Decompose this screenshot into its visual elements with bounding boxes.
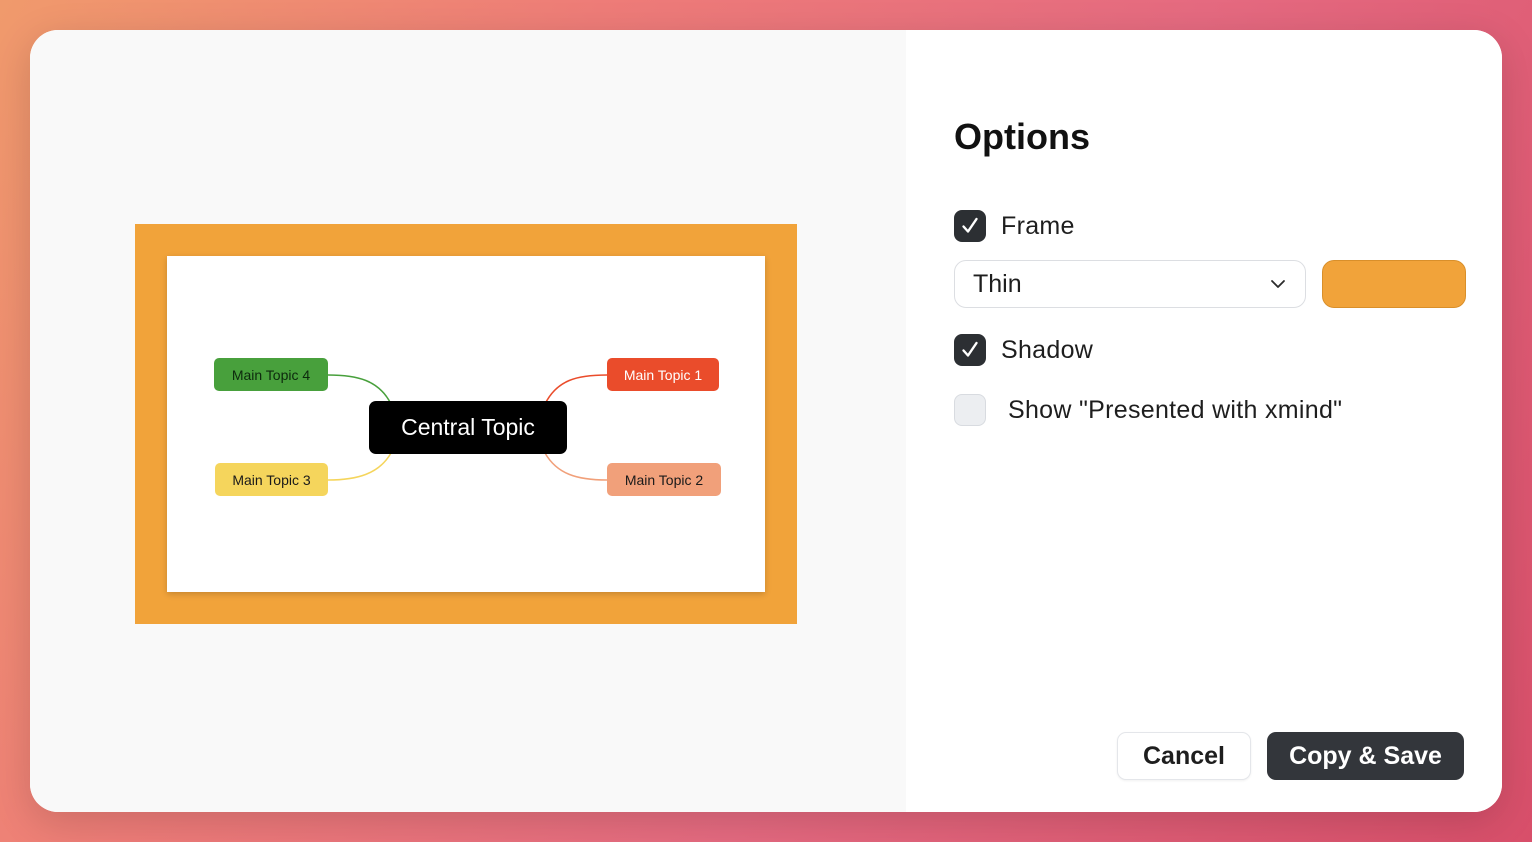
checkmark-icon bbox=[962, 341, 978, 357]
main-topic-1: Main Topic 1 bbox=[607, 358, 719, 391]
shadow-checkbox[interactable] bbox=[954, 334, 986, 366]
copy-save-button[interactable]: Copy & Save bbox=[1267, 732, 1464, 780]
connector-topic-2 bbox=[544, 452, 608, 481]
central-topic: Central Topic bbox=[369, 401, 567, 454]
main-topic-4: Main Topic 4 bbox=[214, 358, 328, 391]
main-topic-2: Main Topic 2 bbox=[607, 463, 721, 496]
frame-option: Frame bbox=[954, 210, 1075, 242]
shadow-option: Shadow bbox=[954, 334, 1093, 366]
mindmap-canvas: Central Topic Main Topic 1 Main Topic 2 … bbox=[167, 256, 765, 592]
frame-label: Frame bbox=[1001, 211, 1075, 240]
options-pane: Options Frame Thin Shadow Show "Presente… bbox=[906, 30, 1502, 812]
checkmark-icon bbox=[962, 217, 978, 233]
cancel-button[interactable]: Cancel bbox=[1117, 732, 1251, 780]
frame-style-value: Thin bbox=[973, 269, 1022, 298]
presented-checkbox[interactable] bbox=[954, 394, 986, 426]
options-title: Options bbox=[954, 116, 1090, 157]
frame-checkbox[interactable] bbox=[954, 210, 986, 242]
main-topic-3: Main Topic 3 bbox=[215, 463, 328, 496]
chevron-down-icon bbox=[1271, 280, 1285, 288]
frame-color-picker[interactable] bbox=[1322, 260, 1466, 308]
export-dialog: Central Topic Main Topic 1 Main Topic 2 … bbox=[30, 30, 1502, 812]
connector-topic-1 bbox=[544, 374, 608, 405]
connector-topic-4 bbox=[327, 374, 392, 405]
connector-topic-3 bbox=[327, 452, 392, 481]
preview-frame: Central Topic Main Topic 1 Main Topic 2 … bbox=[135, 224, 797, 624]
shadow-label: Shadow bbox=[1001, 335, 1094, 364]
presented-label: Show "Presented with xmind" bbox=[1008, 395, 1343, 424]
frame-style-select[interactable]: Thin bbox=[954, 260, 1306, 308]
presented-option: Show "Presented with xmind" bbox=[954, 394, 1342, 426]
preview-pane: Central Topic Main Topic 1 Main Topic 2 … bbox=[30, 30, 906, 812]
